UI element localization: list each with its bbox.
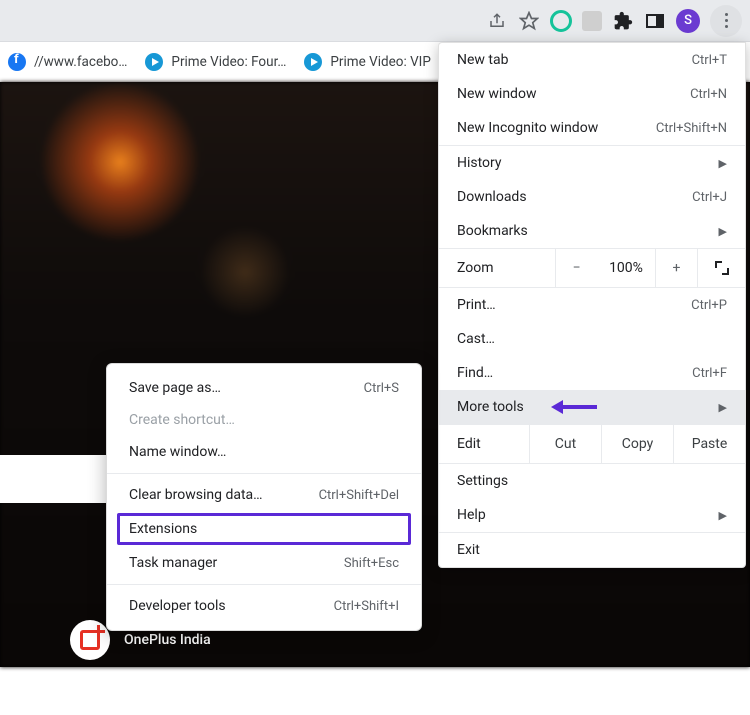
submenu-clear-browsing-data[interactable]: Clear browsing data… Ctrl+Shift+Del bbox=[107, 479, 421, 511]
submenu-create-shortcut: Create shortcut… bbox=[107, 404, 421, 436]
submenu-task-manager[interactable]: Task manager Shift+Esc bbox=[107, 547, 421, 579]
extension-slot-icon[interactable] bbox=[582, 11, 602, 31]
zoom-in-button[interactable]: + bbox=[655, 249, 697, 287]
menu-label: Clear browsing data… bbox=[129, 487, 263, 503]
chevron-right-icon: ▶ bbox=[719, 401, 727, 414]
more-tools-submenu: Save page as… Ctrl+S Create shortcut… Na… bbox=[106, 363, 422, 631]
browser-toolbar: S bbox=[0, 0, 750, 42]
fullscreen-button[interactable] bbox=[697, 249, 745, 287]
chevron-right-icon: ▶ bbox=[719, 225, 727, 238]
menu-incognito[interactable]: New Incognito window Ctrl+Shift+N bbox=[439, 111, 745, 145]
bookmark-label: //www.facebo… bbox=[34, 54, 127, 70]
menu-label: Create shortcut… bbox=[129, 412, 235, 428]
shortcut: Ctrl+Shift+N bbox=[656, 121, 727, 136]
menu-label: New tab bbox=[457, 52, 508, 68]
extensions-puzzle-icon[interactable] bbox=[612, 10, 634, 32]
shortcut: Shift+Esc bbox=[344, 556, 399, 571]
story-progress-dots bbox=[8, 710, 40, 715]
menu-label: Print… bbox=[457, 297, 496, 313]
avatar-letter: S bbox=[684, 13, 692, 28]
menu-bookmarks[interactable]: Bookmarks ▶ bbox=[439, 214, 745, 248]
submenu-save-page[interactable]: Save page as… Ctrl+S bbox=[107, 372, 421, 404]
menu-cast[interactable]: Cast… bbox=[439, 322, 745, 356]
menu-label: Find… bbox=[457, 365, 493, 381]
menu-exit[interactable]: Exit bbox=[439, 533, 745, 567]
menu-label: Save page as… bbox=[129, 380, 221, 396]
shortcut: Ctrl+P bbox=[691, 298, 727, 313]
shortcut: Ctrl+Shift+Del bbox=[319, 488, 399, 503]
arrow-indicator-icon bbox=[549, 398, 599, 416]
menu-label: Help bbox=[457, 507, 486, 523]
submenu-developer-tools[interactable]: Developer tools Ctrl+Shift+I bbox=[107, 590, 421, 622]
menu-downloads[interactable]: Downloads Ctrl+J bbox=[439, 180, 745, 214]
menu-more-tools[interactable]: More tools ▶ bbox=[439, 390, 745, 424]
grammarly-icon[interactable] bbox=[550, 10, 572, 32]
menu-help[interactable]: Help ▶ bbox=[439, 498, 745, 532]
menu-label: Extensions bbox=[129, 521, 197, 537]
story-author-label: OnePlus India bbox=[124, 632, 211, 648]
menu-label: History bbox=[457, 155, 502, 171]
submenu-extensions[interactable]: Extensions bbox=[117, 513, 411, 545]
play-icon bbox=[304, 53, 322, 71]
menu-label: New window bbox=[457, 86, 536, 102]
side-panel-icon[interactable] bbox=[644, 10, 666, 32]
chrome-menu-button[interactable] bbox=[710, 5, 742, 37]
menu-zoom-row: Zoom − 100% + bbox=[439, 248, 745, 288]
shortcut: Ctrl+T bbox=[692, 53, 727, 68]
menu-label: Bookmarks bbox=[457, 223, 528, 239]
profile-avatar[interactable]: S bbox=[676, 9, 700, 33]
submenu-name-window[interactable]: Name window… bbox=[107, 436, 421, 468]
facebook-icon bbox=[8, 53, 26, 71]
shortcut: Ctrl+Shift+I bbox=[334, 599, 399, 614]
menu-label: Cast… bbox=[457, 331, 495, 347]
menu-label: More tools bbox=[457, 399, 524, 415]
bookmark-prime-1[interactable]: Prime Video: Four… bbox=[145, 53, 286, 71]
menu-label: Downloads bbox=[457, 189, 527, 205]
menu-new-window[interactable]: New window Ctrl+N bbox=[439, 77, 745, 111]
edit-label: Edit bbox=[439, 425, 529, 463]
menu-label: Settings bbox=[457, 473, 508, 489]
menu-print[interactable]: Print… Ctrl+P bbox=[439, 288, 745, 322]
play-icon bbox=[145, 53, 163, 71]
menu-label: Task manager bbox=[129, 555, 217, 571]
shortcut: Ctrl+F bbox=[692, 366, 727, 381]
zoom-label: Zoom bbox=[439, 260, 555, 276]
chrome-main-menu: New tab Ctrl+T New window Ctrl+N New Inc… bbox=[438, 42, 746, 568]
chevron-right-icon: ▶ bbox=[719, 157, 727, 170]
menu-settings[interactable]: Settings bbox=[439, 464, 745, 498]
menu-label: Exit bbox=[457, 542, 480, 558]
shortcut: Ctrl+J bbox=[692, 190, 727, 205]
zoom-out-button[interactable]: − bbox=[555, 249, 597, 287]
menu-find[interactable]: Find… Ctrl+F bbox=[439, 356, 745, 390]
bookmark-facebook[interactable]: //www.facebo… bbox=[8, 53, 127, 71]
shortcut: Ctrl+N bbox=[690, 87, 727, 102]
cut-button[interactable]: Cut bbox=[529, 425, 601, 463]
copy-button[interactable]: Copy bbox=[601, 425, 673, 463]
menu-label: Name window… bbox=[129, 444, 226, 460]
bookmark-prime-2[interactable]: Prime Video: VIP bbox=[304, 53, 430, 71]
shortcut: Ctrl+S bbox=[364, 381, 399, 396]
menu-label: Developer tools bbox=[129, 598, 226, 614]
chevron-right-icon: ▶ bbox=[719, 509, 727, 522]
menu-edit-row: Edit Cut Copy Paste bbox=[439, 424, 745, 464]
zoom-value: 100% bbox=[597, 260, 655, 276]
share-icon[interactable] bbox=[486, 10, 508, 32]
bookmark-label: Prime Video: VIP bbox=[330, 54, 430, 70]
star-icon[interactable] bbox=[518, 10, 540, 32]
fullscreen-icon bbox=[715, 261, 729, 275]
oneplus-icon bbox=[70, 620, 110, 660]
menu-label: New Incognito window bbox=[457, 120, 598, 136]
bookmark-label: Prime Video: Four… bbox=[171, 54, 286, 70]
paste-button[interactable]: Paste bbox=[673, 425, 745, 463]
menu-new-tab[interactable]: New tab Ctrl+T bbox=[439, 43, 745, 77]
menu-history[interactable]: History ▶ bbox=[439, 146, 745, 180]
